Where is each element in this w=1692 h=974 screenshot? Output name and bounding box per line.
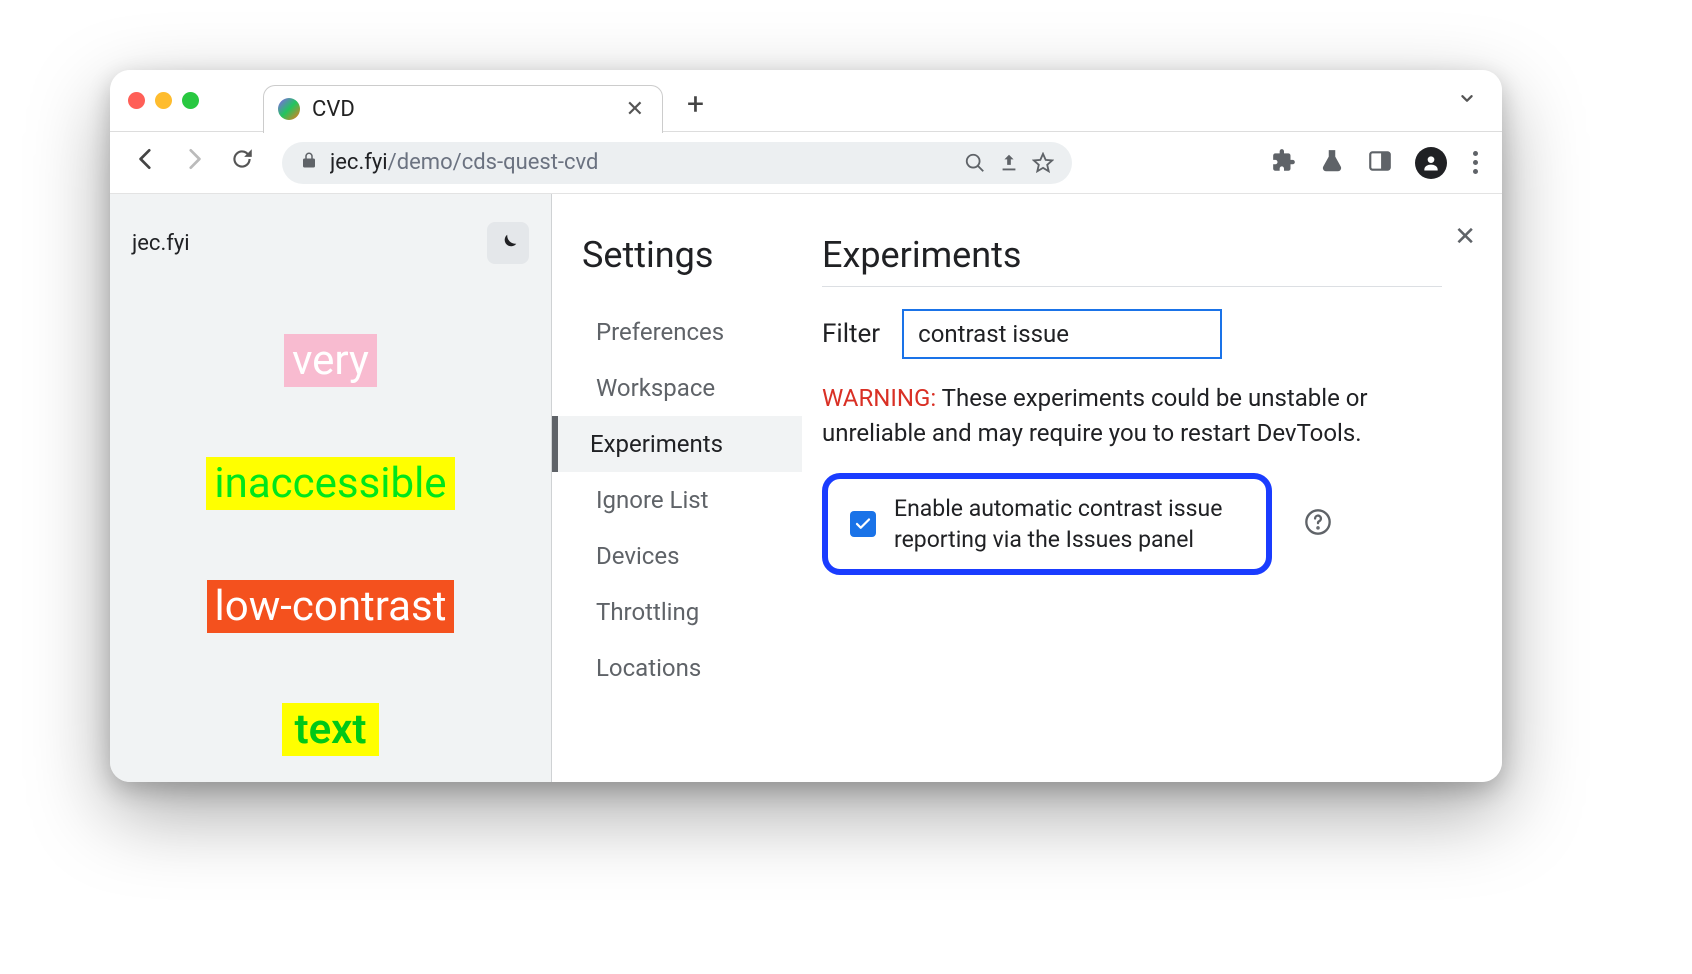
experiment-label: Enable automatic contrast issue reportin…: [894, 493, 1244, 555]
url-text: jec.fyi/demo/cds-quest-cvd: [330, 150, 952, 175]
nav-item-devices[interactable]: Devices: [582, 528, 802, 584]
tab-title: CVD: [312, 97, 614, 122]
content-area: jec.fyi very inaccessible low-contrast t…: [110, 194, 1502, 782]
page-header: jec.fyi: [132, 222, 529, 264]
settings-nav-list: Preferences Workspace Experiments Ignore…: [582, 304, 802, 696]
moon-icon: [497, 232, 519, 254]
nav-item-ignore-list[interactable]: Ignore List: [582, 472, 802, 528]
settings-title: Settings: [582, 234, 802, 276]
filter-label: Filter: [822, 319, 880, 349]
experiments-warning: WARNING: These experiments could be unst…: [822, 381, 1442, 451]
nav-item-experiments[interactable]: Experiments: [552, 416, 802, 472]
tab-bar: CVD ✕ +: [110, 70, 1502, 132]
demo-word-4: text: [282, 703, 378, 756]
experiments-panel-title: Experiments: [822, 234, 1442, 276]
demo-word-2: inaccessible: [206, 457, 454, 510]
experiment-checkbox[interactable]: [850, 511, 876, 537]
help-icon[interactable]: [1304, 508, 1332, 540]
new-tab-button[interactable]: +: [677, 87, 714, 122]
bookmark-star-icon[interactable]: [1032, 152, 1054, 174]
side-panel-icon[interactable]: [1367, 148, 1393, 178]
page-viewport: jec.fyi very inaccessible low-contrast t…: [110, 194, 552, 782]
browser-toolbar: jec.fyi/demo/cds-quest-cvd: [110, 132, 1502, 194]
nav-item-preferences[interactable]: Preferences: [582, 304, 802, 360]
minimize-window-button[interactable]: [155, 92, 172, 109]
checkmark-icon: [854, 515, 872, 533]
tabs-dropdown-button[interactable]: [1456, 87, 1484, 114]
toolbar-right: [1271, 147, 1482, 179]
forward-button[interactable]: [178, 146, 210, 179]
reload-button[interactable]: [226, 146, 258, 179]
window-controls: [128, 92, 199, 109]
demo-text-column: very inaccessible low-contrast text: [132, 334, 529, 756]
favicon-icon: [278, 98, 300, 120]
lock-icon: [300, 150, 318, 175]
divider: [822, 286, 1442, 287]
browser-tab[interactable]: CVD ✕: [263, 85, 663, 133]
dark-mode-toggle[interactable]: [487, 222, 529, 264]
warning-label: WARNING:: [822, 384, 936, 412]
demo-word-3: low-contrast: [207, 580, 455, 633]
nav-item-workspace[interactable]: Workspace: [582, 360, 802, 416]
experiments-filter-input[interactable]: [902, 309, 1222, 359]
maximize-window-button[interactable]: [182, 92, 199, 109]
url-host: jec.fyi: [330, 150, 388, 175]
address-bar[interactable]: jec.fyi/demo/cds-quest-cvd: [282, 142, 1072, 184]
demo-word-1: very: [284, 334, 377, 387]
browser-menu-button[interactable]: [1469, 151, 1482, 174]
close-window-button[interactable]: [128, 92, 145, 109]
back-button[interactable]: [130, 146, 162, 179]
experiment-highlight-box: Enable automatic contrast issue reportin…: [822, 473, 1272, 575]
share-icon[interactable]: [998, 152, 1020, 174]
settings-body: Experiments Filter WARNING: These experi…: [802, 194, 1502, 782]
experiment-row: Enable automatic contrast issue reportin…: [822, 473, 1442, 575]
zoom-icon[interactable]: [964, 152, 986, 174]
close-devtools-settings-button[interactable]: ✕: [1454, 222, 1476, 252]
nav-item-locations[interactable]: Locations: [582, 640, 802, 696]
url-path: /demo/cds-quest-cvd: [388, 150, 599, 175]
profile-avatar[interactable]: [1415, 147, 1447, 179]
labs-flask-icon[interactable]: [1319, 148, 1345, 178]
settings-sidebar: Settings Preferences Workspace Experimen…: [552, 194, 802, 782]
extensions-icon[interactable]: [1271, 148, 1297, 178]
devtools-settings-panel: ✕ Settings Preferences Workspace Experim…: [552, 194, 1502, 782]
nav-item-throttling[interactable]: Throttling: [582, 584, 802, 640]
close-tab-button[interactable]: ✕: [626, 97, 644, 122]
filter-row: Filter: [822, 309, 1442, 359]
browser-window: CVD ✕ + jec.fyi/demo/cds-quest-cvd: [110, 70, 1502, 782]
page-site-title: jec.fyi: [132, 231, 190, 256]
